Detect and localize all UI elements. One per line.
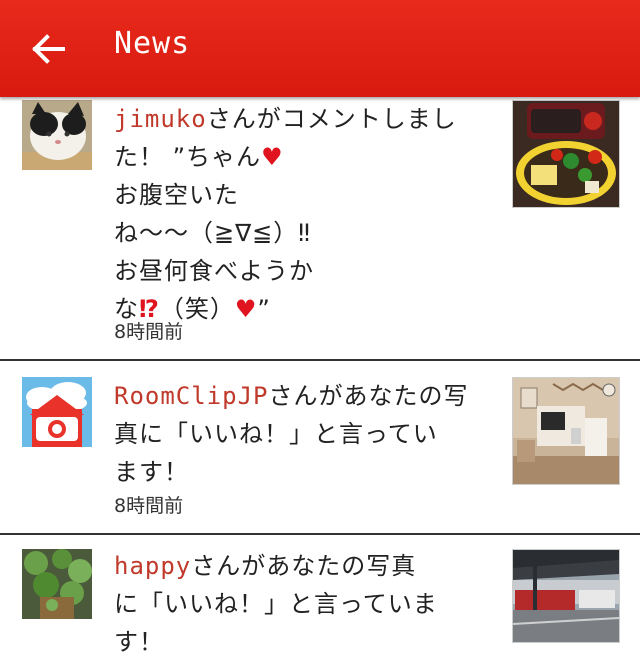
username-link[interactable]: happy — [114, 552, 191, 580]
timestamp: 8時間前 — [114, 495, 184, 517]
photo-thumbnail[interactable] — [512, 377, 620, 485]
notification-text: jimukoさんがコメントしまし た！ ”ちゃん♥ お腹空いた ね～～（≧∇≦）… — [114, 105, 457, 323]
username-link[interactable]: RoomClipJP — [114, 382, 269, 410]
avatar[interactable] — [22, 377, 92, 447]
news-list: jimukoさんがコメントしまし た！ ”ちゃん♥ お腹空いた ね～～（≧∇≦）… — [0, 97, 640, 656]
avatar[interactable] — [22, 549, 92, 619]
username-link[interactable]: jimuko — [114, 105, 207, 133]
news-item[interactable]: happyさんがあなたの写真 に「いいね！」と言っていま す！ — [0, 535, 640, 656]
notification-text: happyさんがあなたの写真 に「いいね！」と言っていま す！ — [114, 552, 438, 656]
avatar[interactable] — [22, 100, 92, 170]
photo-thumbnail[interactable] — [512, 549, 620, 643]
arrow-left-icon — [32, 34, 65, 64]
notification-text: RoomClipJPさんがあなたの写 真に「いいね！」と言ってい ます！ — [114, 382, 469, 486]
app-header: News — [0, 0, 640, 97]
back-button[interactable] — [28, 28, 70, 70]
heart-icon: ♥ — [234, 295, 258, 323]
page-title: News — [114, 26, 191, 61]
news-item[interactable]: jimukoさんがコメントしまし た！ ”ちゃん♥ お腹空いた ね～～（≧∇≦）… — [0, 97, 640, 361]
heart-icon: ♥ — [261, 143, 284, 171]
timestamp: 8時間前 — [114, 321, 184, 343]
photo-thumbnail[interactable] — [512, 100, 620, 208]
news-item[interactable]: RoomClipJPさんがあなたの写 真に「いいね！」と言ってい ます！ 8時間… — [0, 361, 640, 535]
